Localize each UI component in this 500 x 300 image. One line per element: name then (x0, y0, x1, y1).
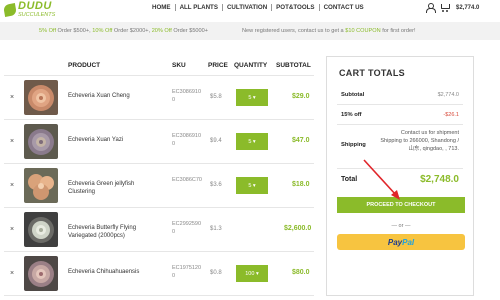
shipping-address-line-1: Shipping to 266000, Shandong / (380, 138, 459, 144)
shipping-row: Shipping Contact us for shipment Shippin… (337, 125, 463, 169)
col-price: PRICE (208, 62, 228, 69)
col-subtotal: SUBTOTAL (276, 62, 311, 69)
quantity-value: 100 (245, 270, 255, 277)
main-nav: HOME ALL PLANTS CULTIVATION POT&TOOLS CO… (148, 4, 368, 11)
discount-value: -$26.1 (443, 112, 459, 118)
cart-icon[interactable] (440, 3, 450, 12)
coupon-text-before: New registered users, contact us to get … (242, 28, 346, 34)
quantity-select[interactable]: 5 ▾ (236, 133, 268, 150)
or-divider: — or — (391, 223, 411, 229)
product-price: $5.8 (210, 94, 222, 100)
promo-text-3: Order $5000+ (171, 28, 209, 34)
product-name[interactable]: Echeveria Xuan Yazi (68, 136, 163, 144)
product-sku: EC19751200 (172, 265, 202, 279)
promo-tier-1: 5% Off (39, 28, 56, 34)
logo-name: DUDU (18, 0, 52, 12)
shipping-details: Contact us for shipment Shipping to 2660… (380, 129, 459, 153)
table-row: × Echeveria Butterfly Flying Variegated … (4, 208, 314, 252)
close-icon[interactable]: × (10, 182, 14, 189)
header-cart-total[interactable]: $2,774.0 (456, 5, 479, 11)
product-sku: EC29925900 (172, 221, 202, 235)
col-quantity: QUANTITY (234, 62, 268, 69)
product-price: $9.4 (210, 138, 222, 144)
table-row: × Echeveria Green jellyfish Clustering E… (4, 164, 314, 208)
product-image[interactable] (24, 212, 58, 247)
shipping-note: Contact us for shipment (400, 130, 459, 136)
table-row: × Echeveria Chihuahuaensis EC19751200 $0… (4, 252, 314, 296)
product-sku: EC3086C70 (172, 177, 202, 183)
proceed-to-checkout-button[interactable]: PROCEED TO CHECKOUT (337, 197, 465, 213)
product-image[interactable] (24, 80, 58, 115)
shipping-address-line-2: 山东, qingdao, , 713. (408, 146, 459, 152)
product-name[interactable]: Echeveria Green jellyfish Clustering (68, 180, 163, 196)
product-sku: EC30869100 (172, 133, 202, 147)
product-name[interactable]: Echeveria Chihuahuaensis (68, 268, 163, 276)
paypal-button[interactable]: PayPal (337, 234, 465, 250)
product-image[interactable] (24, 124, 58, 159)
product-image[interactable] (24, 256, 58, 291)
table-header: PRODUCT SKU PRICE QUANTITY SUBTOTAL (4, 56, 314, 76)
close-icon[interactable]: × (10, 94, 14, 101)
close-icon[interactable]: × (10, 138, 14, 145)
header-actions: $2,774.0 (425, 3, 479, 13)
row-subtotal: $18.0 (292, 181, 310, 188)
nav-cultivation[interactable]: CULTIVATION (223, 4, 273, 11)
subtotal-label: Subtotal (341, 92, 365, 98)
nav-pot-tools[interactable]: POT&TOOLS (272, 4, 320, 11)
discount-label: 15% off (341, 112, 362, 118)
product-price: $3.6 (210, 182, 222, 188)
product-image[interactable] (24, 168, 58, 203)
cart-totals-panel: CART TOTALS Subtotal $2,774.0 15% off -$… (326, 56, 474, 296)
row-subtotal: $47.0 (292, 137, 310, 144)
col-product: PRODUCT (68, 62, 101, 69)
total-value: $2,748.0 (420, 174, 459, 185)
close-icon[interactable]: × (10, 270, 14, 277)
site-logo[interactable]: DUDU SUCCULENTS (3, 0, 56, 19)
table-row: × Echeveria Xuan Yazi EC30869100 $9.4 5 … (4, 120, 314, 164)
leaf-logo-icon (3, 2, 17, 17)
row-subtotal: $2,600.0 (284, 225, 312, 232)
promo-tier-3: 20% Off (151, 28, 172, 34)
subtotal-value: $2,774.0 (437, 92, 459, 98)
paypal-logo: PayPal (387, 237, 415, 247)
row-subtotal: $29.0 (292, 93, 310, 100)
coupon-notice: New registered users, contact us to get … (242, 28, 416, 34)
nav-all-plants[interactable]: ALL PLANTS (176, 4, 223, 11)
nav-contact-us[interactable]: CONTACT US (320, 4, 368, 11)
subtotal-row: Subtotal $2,774.0 (337, 85, 463, 105)
quantity-select[interactable]: 5 ▾ (236, 89, 268, 106)
chevron-down-icon: ▾ (251, 182, 256, 189)
quantity-select[interactable]: 5 ▾ (236, 177, 268, 194)
row-subtotal: $80.0 (292, 269, 310, 276)
site-header: DUDU SUCCULENTS HOME ALL PLANTS CULTIVAT… (0, 0, 500, 22)
total-label: Total (341, 176, 358, 183)
promo-text-2: Order $2000+, (112, 28, 152, 34)
cart-totals-title: CART TOTALS (339, 68, 405, 78)
table-row: × Echeveria Xuan Cheng EC30869100 $5.8 5… (4, 76, 314, 120)
col-sku: SKU (172, 62, 186, 69)
total-row: Total $2,748.0 (337, 169, 463, 193)
discount-tiers: 5% Off Order $500+, 10% Off Order $2000+… (39, 28, 208, 34)
product-price: $1.3 (210, 226, 222, 232)
chevron-down-icon: ▾ (254, 270, 259, 277)
promo-text-1: Order $500+, (56, 28, 93, 34)
discount-row: 15% off -$26.1 (337, 105, 463, 125)
logo-tagline: SUCCULENTS (18, 12, 56, 18)
coupon-text-after: for first order! (380, 28, 416, 34)
product-price: $0.8 (210, 270, 222, 276)
product-sku: EC30869100 (172, 89, 202, 103)
chevron-down-icon: ▾ (251, 94, 256, 101)
promo-bar: 5% Off Order $500+, 10% Off Order $2000+… (0, 22, 500, 40)
chevron-down-icon: ▾ (251, 138, 256, 145)
quantity-select[interactable]: 100 ▾ (236, 265, 268, 282)
promo-tier-2: 10% Off (92, 28, 113, 34)
cart-table: PRODUCT SKU PRICE QUANTITY SUBTOTAL × Ec… (4, 56, 314, 296)
user-icon[interactable] (425, 3, 436, 13)
shipping-label: Shipping (341, 142, 366, 148)
nav-home[interactable]: HOME (148, 4, 176, 11)
product-name[interactable]: Echeveria Xuan Cheng (68, 92, 163, 100)
product-name[interactable]: Echeveria Butterfly Flying Variegated (2… (68, 224, 163, 240)
close-icon[interactable]: × (10, 226, 14, 233)
coupon-amount: $10 COUPON (345, 28, 381, 34)
